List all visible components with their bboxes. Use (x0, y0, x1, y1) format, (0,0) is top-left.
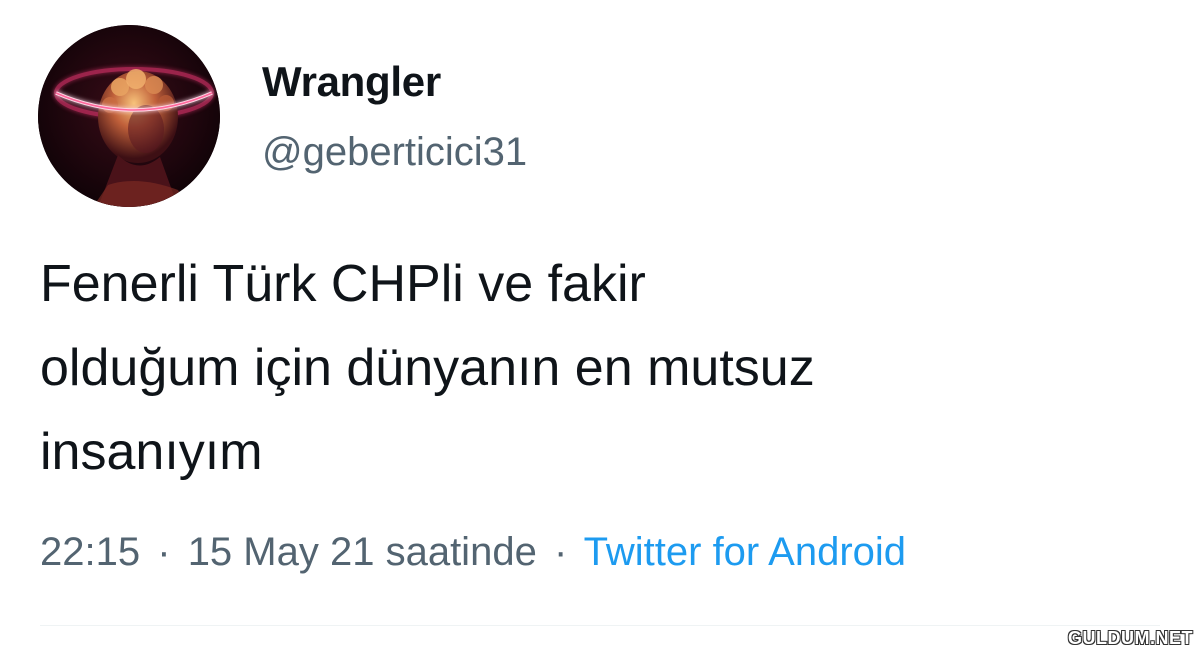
avatar-image (38, 25, 220, 207)
tweet-metadata: 22:15 · 15 May 21 saatinde · Twitter for… (40, 530, 906, 575)
tweet-text-line: olduğum için dünyanın en mutsuz (40, 339, 815, 397)
separator-dot: · (553, 530, 568, 574)
divider (40, 625, 1160, 626)
tweet-text-line: insanıyım (40, 423, 263, 481)
separator-dot: · (157, 530, 171, 574)
user-handle[interactable]: @geberticici31 (262, 130, 527, 175)
avatar[interactable] (38, 25, 220, 207)
tweet-date[interactable]: 15 May 21 saatinde (188, 530, 537, 574)
tweet-text: Fenerli Türk CHPli ve fakir olduğum için… (40, 242, 1160, 494)
display-name[interactable]: Wrangler (262, 58, 441, 106)
tweet-card: Wrangler @geberticici31 Fenerli Türk CHP… (0, 0, 1199, 653)
watermark-logo: GULDUM.NET (1068, 628, 1193, 648)
tweet-time[interactable]: 22:15 (40, 530, 140, 574)
tweet-source-link[interactable]: Twitter for Android (584, 530, 906, 574)
tweet-text-line: Fenerli Türk CHPli ve fakir (40, 255, 646, 313)
